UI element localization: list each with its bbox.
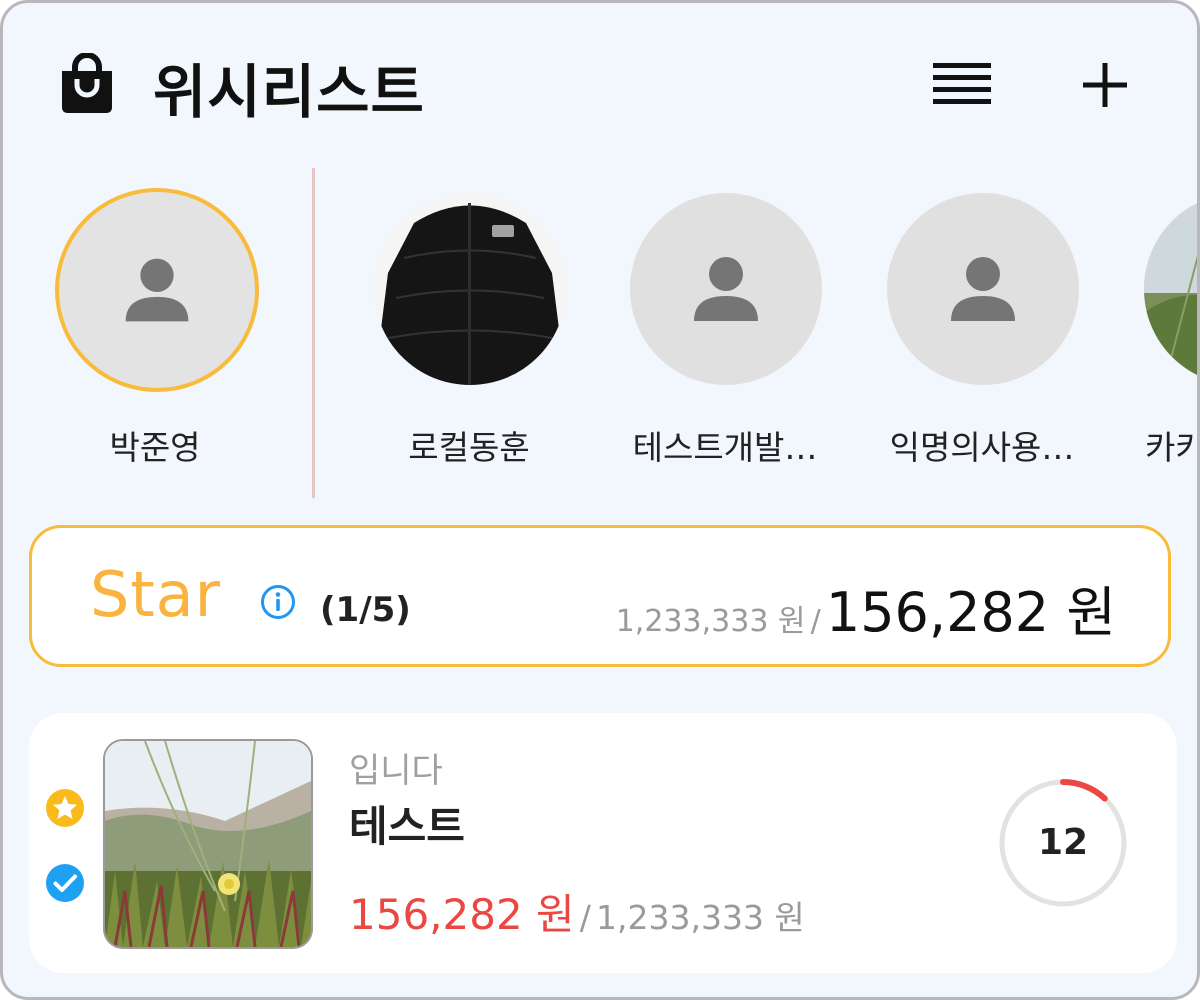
friend-item[interactable]: 테스트개발… (625, 193, 825, 483)
friend-item[interactable]: 로컬동훈 (369, 193, 569, 483)
wish-item-card[interactable]: 입니다 테스트 156,282 원 / 1,233,333 원 12 (29, 713, 1177, 973)
avatar[interactable] (630, 193, 822, 385)
item-subtitle: 입니다 (349, 751, 443, 791)
star-summary-bar[interactable]: Star (1/5) 1,233,333 원 / 156,282 원 (29, 525, 1171, 667)
list-menu-icon[interactable] (933, 63, 991, 105)
friend-list[interactable]: 박준영 로컬동훈 테스트개발… 익명의사용… 카 (3, 168, 1197, 498)
app-frame: 위시리스트 박준영 로컬동훈 테스트개발… 익명의사용… 카 Star (1/5… (0, 0, 1200, 1000)
item-current-price: 156,282 원 (349, 890, 575, 939)
grass-photo (1144, 193, 1197, 385)
price-separator: / (579, 898, 591, 937)
friend-name: 카카 (1145, 428, 1197, 467)
avatar[interactable] (55, 188, 259, 392)
jacket-photo (374, 193, 566, 385)
item-name[interactable]: 테스트 (349, 793, 465, 854)
friend-item[interactable]: 박준영 (55, 188, 259, 483)
friend-name: 박준영 (109, 428, 201, 467)
friend-name: 로컬동훈 (408, 428, 530, 467)
price-separator: / (810, 604, 821, 639)
avatar-photo-jacket[interactable] (374, 193, 566, 385)
page-title: 위시리스트 (153, 58, 425, 126)
check-circle-icon[interactable] (45, 863, 85, 903)
item-target-price: 1,233,333 원 (595, 898, 805, 937)
friend-item[interactable]: 익명의사용… (882, 193, 1082, 483)
days-left-count: 12 (1037, 822, 1089, 863)
item-prices: 156,282 원 / 1,233,333 원 (349, 881, 805, 942)
item-thumbnail[interactable] (103, 739, 313, 949)
header: 위시리스트 (3, 3, 1197, 163)
shopping-bag-icon (62, 53, 112, 113)
target-total-price: 1,233,333 원 (615, 604, 806, 639)
friend-item[interactable]: 카카 (1139, 193, 1197, 483)
current-total-price: 156,282 원 (825, 581, 1116, 644)
star-label: Star (90, 558, 222, 631)
star-badge-icon (46, 789, 84, 827)
friend-name: 테스트개발… (632, 428, 818, 467)
avatar-photo-grass[interactable] (1144, 193, 1197, 385)
star-count: (1/5) (320, 590, 411, 630)
friend-name: 익명의사용… (889, 428, 1075, 467)
person-icon (694, 257, 758, 321)
star-prices: 1,233,333 원 / 156,282 원 (616, 568, 1116, 647)
person-icon (951, 257, 1015, 321)
divider (312, 168, 315, 498)
avatar[interactable] (887, 193, 1079, 385)
add-icon[interactable] (1083, 63, 1127, 107)
person-icon (125, 258, 189, 322)
flower-grass-photo (105, 741, 311, 947)
info-icon[interactable] (260, 584, 296, 620)
